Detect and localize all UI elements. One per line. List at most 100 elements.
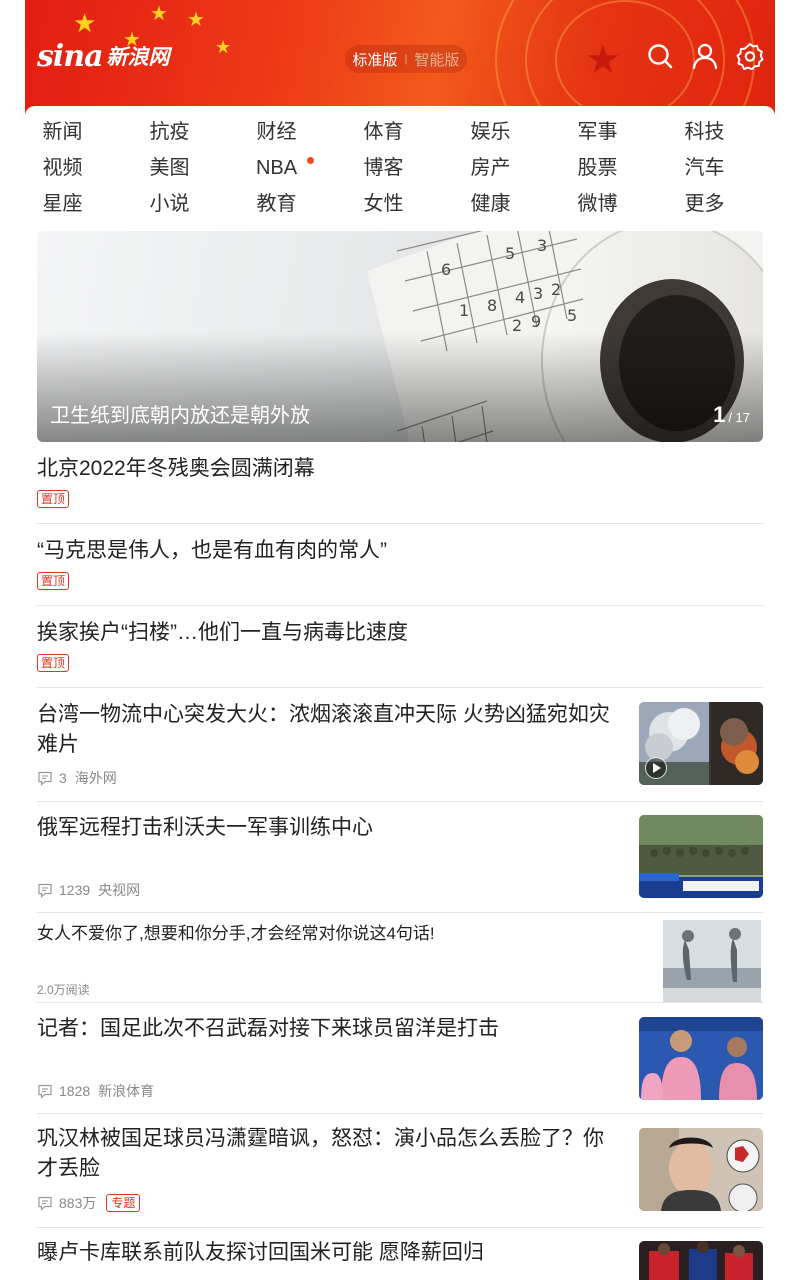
comment-count: 883万 [59,1195,97,1211]
nav-item-label: 科技 [684,121,725,143]
nav-item[interactable]: 股票 [560,150,667,186]
carousel-total: / 17 [728,410,750,425]
header-banner: ★ ★ ★ ★ ★ ★ sina 新浪网 标准版 | 智能版 [25,0,775,115]
version-toggle[interactable]: 标准版 | 智能版 [345,45,467,73]
nav-item[interactable]: 美图 [132,150,239,186]
nav-item[interactable]: 博客 [346,150,453,186]
news-thumbnail[interactable] [639,702,763,785]
nav-item[interactable]: 汽车 [667,150,774,186]
list-item[interactable]: 女人不爱你了,想要和你分手,才会经常对你说这4句话! 2.0万阅读 [37,913,763,1003]
news-source: 海外网 [74,770,117,786]
list-item[interactable]: 北京2022年冬残奥会圆满闭幕 置顶 [37,442,763,524]
news-title[interactable]: 台湾一物流中心突发大火：浓烟滚滚直冲天际 火势凶猛宛如灾难片 [37,700,622,760]
news-thumbnail[interactable] [639,1017,763,1100]
version-smart[interactable]: 智能版 [414,49,459,70]
comment-icon [38,1196,52,1211]
nav-item-label: 女性 [363,193,404,215]
news-source: 新浪体育 [98,1083,155,1099]
pinned-badge: 置顶 [37,490,70,508]
nav-item-label: 股票 [577,157,618,179]
carousel-current: 1 [713,402,726,427]
nav-item[interactable]: 小说 [132,186,239,222]
list-item[interactable]: 俄军远程打击利沃夫一军事训练中心 1239 央视网 [37,802,763,913]
svg-text:3: 3 [537,236,547,255]
news-title[interactable]: 记者：国足此次不召武磊对接下来球员留洋是打击 [37,1014,622,1044]
comment-icon [38,883,52,898]
news-thumbnail[interactable] [639,815,763,898]
list-item[interactable]: 台湾一物流中心突发大火：浓烟滚滚直冲天际 火势凶猛宛如灾难片 3 海外网 [37,688,763,802]
nav-item-label: 健康 [470,193,511,215]
svg-text:3: 3 [533,284,543,303]
list-item[interactable]: “马克思是伟人，也是有血有肉的常人” 置顶 [37,524,763,606]
nav-item[interactable]: NBA [239,150,346,186]
nav-item-label: 房产 [470,157,511,179]
nav-item[interactable]: 军事 [560,114,667,150]
nav-item[interactable]: 财经 [239,114,346,150]
nav-item[interactable]: 微博 [560,186,667,222]
list-item[interactable]: 巩汉林被国足球员冯潇霆暗讽，怒怼：演小品怎么丢脸了？你才丢脸 883万 专题 [37,1114,763,1228]
list-item[interactable]: 曝卢卡库联系前队友探讨回国米可能 愿降薪回归 [37,1228,763,1280]
news-meta: 3 海外网 [37,768,117,788]
channel-nav: 新闻 抗疫 财经 体育 娱乐 军事 科技视频 美图 NBA 博客 房产 股票 汽车星座 小说 教育 女性 健康 微… [25,106,775,226]
nav-item[interactable]: 星座 [25,186,132,222]
nav-item[interactable]: 科技 [667,114,774,150]
carousel-caption[interactable]: 卫生纸到底朝内放还是朝外放 [50,399,310,428]
comment-count: 1239 [59,882,91,898]
news-meta: 883万 专题 [37,1193,141,1213]
thumbnail-image [639,815,763,898]
comment-count: 3 [59,770,67,786]
list-item[interactable]: 记者：国足此次不召武磊对接下来球员留洋是打击 1828 新浪体育 [37,1003,763,1114]
pinned-badge: 置顶 [37,572,70,590]
settings-icon[interactable] [736,42,764,71]
new-indicator-dot [307,157,314,164]
list-item[interactable]: 挨家挨户“扫楼”…他们一直与病毒比速度 置顶 [37,606,763,688]
nav-item-label: 体育 [363,121,404,143]
version-standard[interactable]: 标准版 [353,49,398,70]
nav-item[interactable]: 更多 [667,186,774,222]
nav-item[interactable]: 新闻 [25,114,132,150]
news-meta: 1239 央视网 [37,880,140,900]
headline-carousel[interactable]: 653 18432 295 15451 卫生纸到底朝内放还是朝外放 1/ 17 [37,231,763,442]
svg-text:5: 5 [567,306,577,325]
news-title[interactable]: 巩汉林被国足球员冯潇霆暗讽，怒怼：演小品怎么丢脸了？你才丢脸 [37,1124,622,1184]
comment-icon [38,771,52,786]
news-thumbnail[interactable] [639,1241,763,1280]
nav-item[interactable]: 视频 [25,150,132,186]
nav-item-label: NBA [255,157,298,179]
news-title[interactable]: 俄军远程打击利沃夫一军事训练中心 [37,813,622,843]
nav-item-label: 财经 [256,121,297,143]
svg-text:2: 2 [551,280,561,299]
nav-item-label: 抗疫 [149,121,190,143]
comment-icon [38,1084,52,1099]
news-title[interactable]: 曝卢卡库联系前队友探讨回国米可能 愿降薪回归 [37,1238,622,1268]
nav-item-label: 星座 [42,193,83,215]
news-thumbnail[interactable] [639,1128,763,1211]
play-icon[interactable] [645,757,667,779]
nav-item-label: 小说 [149,193,190,215]
svg-text:8: 8 [487,296,497,315]
search-icon[interactable] [646,42,674,70]
nav-item[interactable]: 女性 [346,186,453,222]
thumbnail-image [663,920,761,1002]
nav-item-label: 视频 [42,157,83,179]
nav-item[interactable]: 娱乐 [453,114,560,150]
svg-text:1: 1 [459,301,469,320]
news-title[interactable]: 女人不爱你了,想要和你分手,才会经常对你说这4句话! [37,919,647,949]
news-title[interactable]: 挨家挨户“扫楼”…他们一直与病毒比速度 [37,618,408,648]
nav-item-label: 博客 [363,157,404,179]
nav-item[interactable]: 体育 [346,114,453,150]
news-title[interactable]: “马克思是伟人，也是有血有肉的常人” [37,536,387,566]
news-title[interactable]: 北京2022年冬残奥会圆满闭幕 [37,454,315,484]
nav-item[interactable]: 教育 [239,186,346,222]
nav-item[interactable]: 房产 [453,150,560,186]
news-thumbnail[interactable] [663,920,761,1002]
nav-item-label: 微博 [577,193,618,215]
topic-badge: 专题 [106,1194,141,1212]
user-icon[interactable] [691,42,719,70]
nav-item[interactable]: 抗疫 [132,114,239,150]
nav-item[interactable]: 健康 [453,186,560,222]
sina-logo[interactable]: sina 新浪网 [37,36,170,76]
nav-item-label: 汽车 [684,157,725,179]
pinned-badge: 置顶 [37,654,70,672]
thumbnail-image [639,1241,763,1280]
